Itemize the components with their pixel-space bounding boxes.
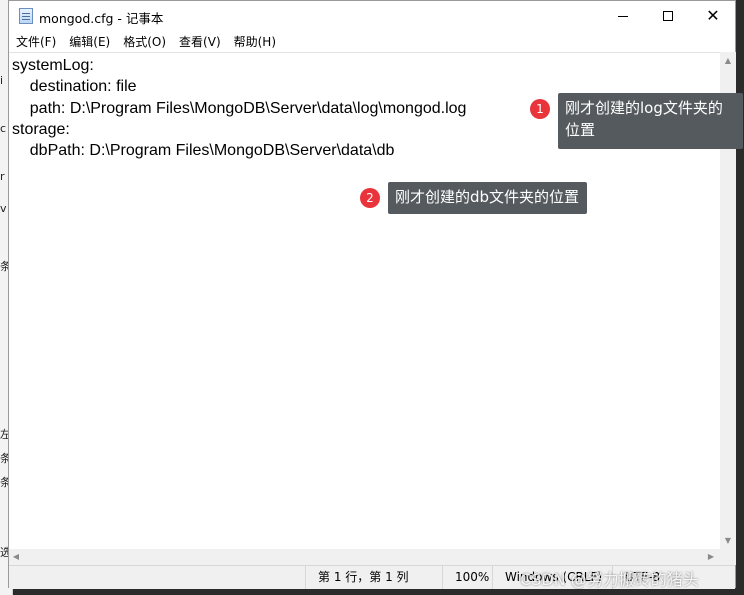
minimize-icon xyxy=(618,15,628,17)
window-title: mongod.cfg - 记事本 xyxy=(39,11,164,26)
annotation-db-folder: 刚才创建的db文件夹的位置 xyxy=(388,182,588,214)
scroll-down-icon[interactable]: ▼ xyxy=(720,536,736,545)
annotation-log-folder: 刚才创建的log文件夹的 位置 xyxy=(558,93,743,149)
status-cursor-position: 第 1 行，第 1 列 xyxy=(305,566,409,589)
menu-format[interactable]: 格式(O) xyxy=(117,33,172,50)
maximize-icon xyxy=(663,11,673,21)
maximize-button[interactable] xyxy=(645,1,691,31)
notepad-window: mongod.cfg - 记事本 ✕ 文件(F) 编辑(E) 格式(O) 查看(… xyxy=(8,0,736,589)
close-icon: ✕ xyxy=(706,6,720,25)
close-button[interactable]: ✕ xyxy=(690,1,736,31)
minimize-button[interactable] xyxy=(600,1,646,31)
horizontal-scrollbar[interactable]: ◀ ▶ xyxy=(9,549,720,565)
menu-file[interactable]: 文件(F) xyxy=(10,33,62,50)
annotation-badge-2: 2 xyxy=(360,188,380,208)
scroll-up-icon[interactable]: ▲ xyxy=(720,56,736,65)
annotation-badge-1: 1 xyxy=(530,99,550,119)
title-bar[interactable]: mongod.cfg - 记事本 ✕ xyxy=(9,1,735,31)
menu-help[interactable]: 帮助(H) xyxy=(228,33,282,50)
csdn-watermark: CSDN @努力搬砖的猪头 xyxy=(520,570,699,589)
editor-content[interactable]: systemLog: destination: file path: D:\Pr… xyxy=(12,55,466,161)
status-zoom: 100% xyxy=(442,566,489,589)
menu-bar: 文件(F) 编辑(E) 格式(O) 查看(V) 帮助(H) xyxy=(9,31,735,51)
notepad-icon xyxy=(19,8,33,24)
scroll-left-icon[interactable]: ◀ xyxy=(11,552,21,561)
scrollbar-corner xyxy=(720,549,736,565)
menu-view[interactable]: 查看(V) xyxy=(173,33,227,50)
scroll-right-icon[interactable]: ▶ xyxy=(706,552,716,561)
menu-edit[interactable]: 编辑(E) xyxy=(63,33,116,50)
